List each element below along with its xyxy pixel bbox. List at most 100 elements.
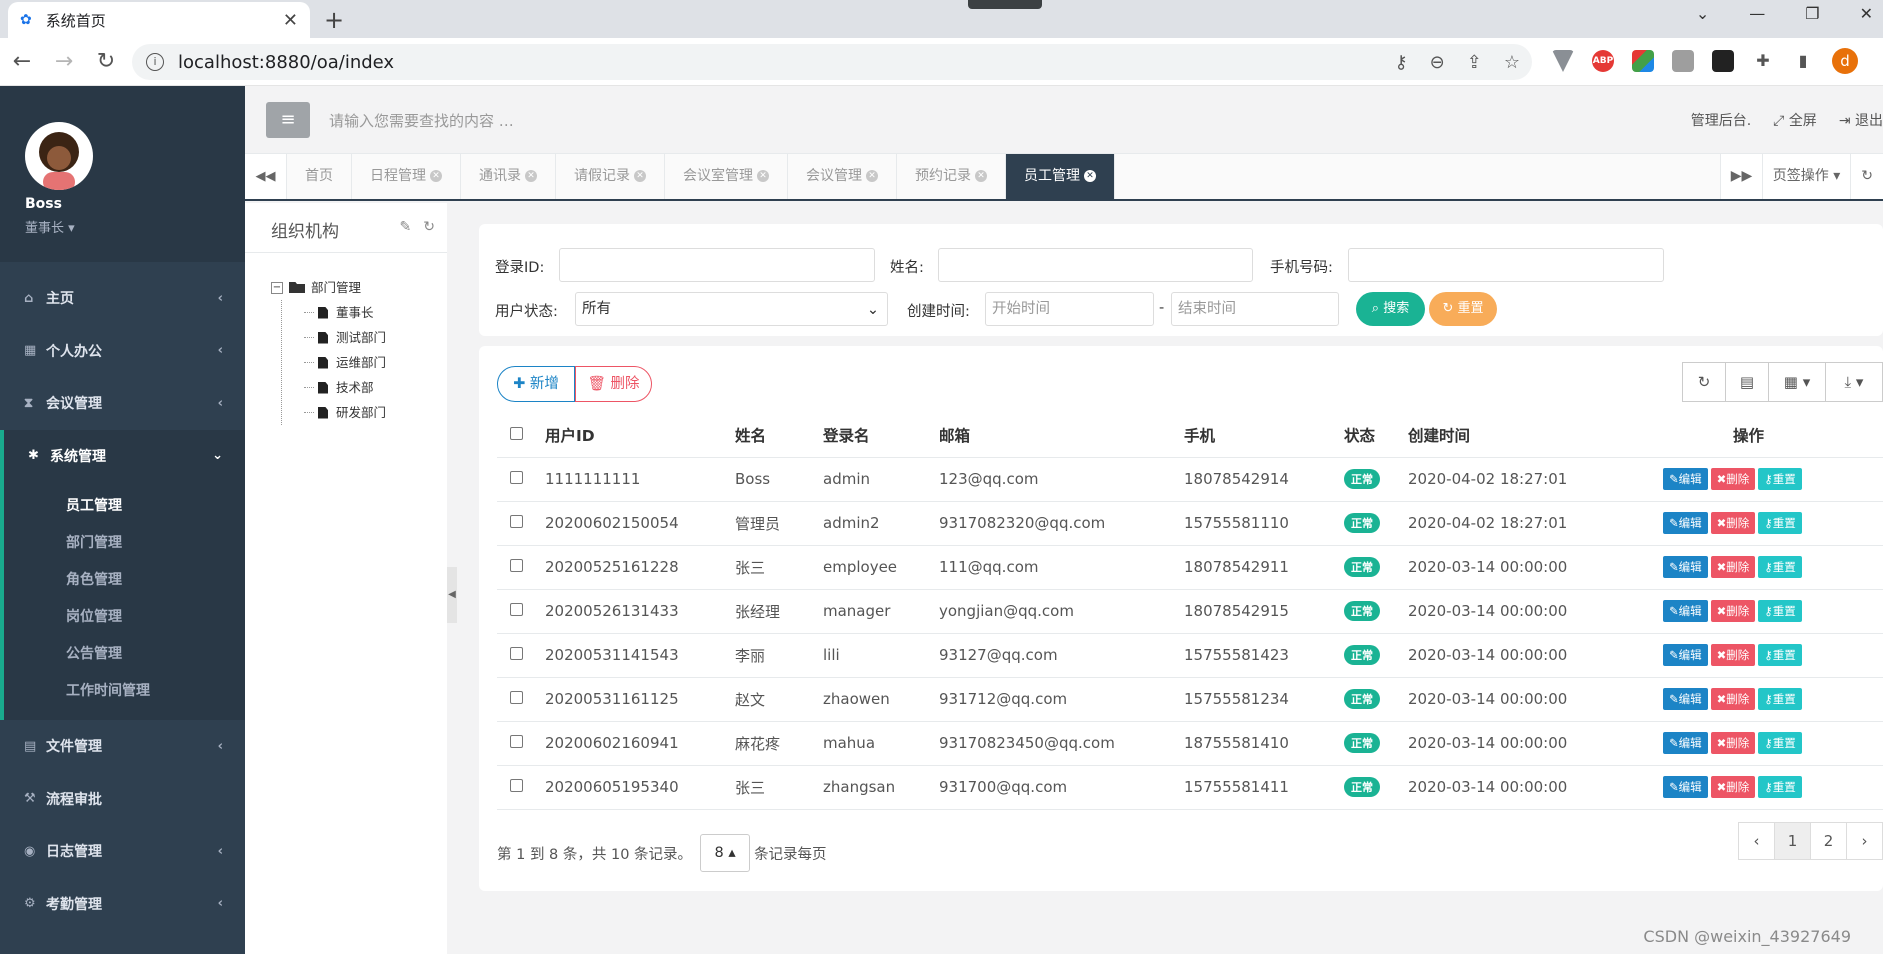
share-icon[interactable]: ⇪	[1467, 52, 1482, 73]
menu-item-logs[interactable]: ◉ 日志管理 ‹	[0, 825, 245, 878]
reset-button[interactable]: ↻ 重置	[1429, 292, 1497, 326]
tab-close-icon[interactable]: ✕	[430, 170, 442, 182]
new-tab-icon[interactable]: +	[324, 6, 344, 34]
vue-devtools-icon[interactable]	[1552, 50, 1574, 72]
delete-row-button[interactable]: ✖删除	[1710, 512, 1756, 534]
reset-password-button[interactable]: ⚷重置	[1758, 468, 1802, 490]
search-button[interactable]: ⌕ 搜索	[1356, 292, 1425, 326]
table-row[interactable]: 1111111111 Boss admin 123@qq.com 18078542914…	[497, 457, 1883, 502]
edit-button[interactable]: ✎编辑	[1663, 732, 1708, 754]
puzzle-icon[interactable]: ✚	[1752, 50, 1774, 72]
back-icon[interactable]: ←	[2, 49, 42, 74]
tab-schedule[interactable]: 日程管理 ✕	[352, 154, 461, 199]
info-icon[interactable]: i	[146, 53, 164, 71]
submenu-item-notice[interactable]: 公告管理	[4, 636, 245, 673]
reset-password-button[interactable]: ⚷重置	[1758, 512, 1802, 534]
url-input[interactable]: i localhost:8880/oa/index ⚷ ⊖ ⇪ ☆	[132, 44, 1532, 80]
tab-search-icon[interactable]: ⌄	[1696, 4, 1709, 23]
tab-room[interactable]: 会议室管理 ✕	[665, 154, 788, 199]
start-date-input[interactable]: 开始时间	[985, 292, 1154, 326]
phone-input[interactable]	[1348, 248, 1664, 282]
edit-button[interactable]: ✎编辑	[1663, 776, 1708, 798]
toggle-view-icon[interactable]: ▤	[1725, 362, 1769, 402]
tree-node[interactable]: 运维部门	[304, 350, 386, 375]
tampermonkey-icon[interactable]	[1712, 50, 1734, 72]
table-row[interactable]: 20200605195340 张三 zhangsan 931700@qq.com 157…	[497, 765, 1883, 810]
col-email[interactable]: 邮箱	[939, 414, 1184, 458]
restore-icon[interactable]: ❐	[1805, 4, 1819, 23]
delete-row-button[interactable]: ✖删除	[1710, 556, 1756, 578]
collapse-icon[interactable]: −	[271, 281, 283, 294]
adblock-icon[interactable]: ABP	[1592, 50, 1614, 72]
menu-item-personal[interactable]: ▦ 个人办公 ‹	[0, 325, 245, 378]
export-icon[interactable]: ⤓ ▾	[1825, 362, 1883, 402]
tab-close-icon[interactable]: ✕	[866, 170, 878, 182]
delete-row-button[interactable]: ✖删除	[1710, 776, 1756, 798]
tab-close-icon[interactable]: ✕	[1084, 170, 1096, 182]
col-login[interactable]: 登录名	[823, 414, 939, 458]
row-checkbox[interactable]	[510, 779, 523, 792]
tabs-scroll-right-icon[interactable]: ▶▶	[1719, 154, 1762, 199]
col-phone[interactable]: 手机	[1184, 414, 1344, 458]
row-checkbox[interactable]	[510, 647, 523, 660]
page-1-button[interactable]: 1	[1774, 822, 1811, 860]
row-checkbox[interactable]	[510, 471, 523, 484]
avatar[interactable]	[25, 122, 93, 190]
delete-row-button[interactable]: ✖删除	[1710, 600, 1756, 622]
close-window-icon[interactable]: ✕	[1860, 4, 1873, 23]
table-row[interactable]: 20200602150054 管理员 admin2 9317082320@qq.com…	[497, 501, 1883, 546]
tab-home[interactable]: 首页	[287, 154, 352, 199]
login-id-input[interactable]	[559, 248, 875, 282]
delete-row-button[interactable]: ✖删除	[1710, 468, 1756, 490]
tab-close-icon[interactable]: ✕	[975, 170, 987, 182]
sidepanel-icon[interactable]: ▮	[1792, 50, 1814, 72]
select-all-checkbox[interactable]	[510, 427, 523, 441]
tree-root[interactable]: − 部门管理	[271, 275, 386, 300]
col-created[interactable]: 创建时间	[1408, 414, 1663, 458]
tree-node[interactable]: 董事长	[304, 300, 386, 325]
menu-item-attendance[interactable]: ⚙ 考勤管理 ‹	[0, 878, 245, 931]
table-row[interactable]: 20200531161125 赵文 zhaowen 931712@qq.com 1575…	[497, 677, 1883, 722]
fullscreen-button[interactable]: ⤢ 全屏	[1773, 110, 1817, 130]
row-checkbox[interactable]	[510, 735, 523, 748]
forward-icon[interactable]: →	[44, 49, 84, 74]
row-checkbox[interactable]	[510, 559, 523, 572]
edit-button[interactable]: ✎编辑	[1663, 468, 1708, 490]
menu-item-home[interactable]: ⌂ 主页 ‹	[0, 272, 245, 325]
minimize-icon[interactable]: —	[1749, 4, 1765, 23]
reset-password-button[interactable]: ⚷重置	[1758, 600, 1802, 622]
table-row[interactable]: 20200602160941 麻花疼 mahua 93170823450@qq.com…	[497, 721, 1883, 766]
tab-ops-dropdown[interactable]: 页签操作 ▾	[1761, 154, 1851, 199]
add-button[interactable]: ✚ 新增	[497, 366, 575, 402]
app-search-input[interactable]: 请输入您需要查找的内容 …	[329, 110, 514, 131]
submenu-item-role[interactable]: 角色管理	[4, 562, 245, 599]
table-row[interactable]: 20200526131433 张经理 manager yongjian@qq.com 1…	[497, 589, 1883, 634]
name-input[interactable]	[938, 248, 1253, 282]
edit-button[interactable]: ✎编辑	[1663, 688, 1708, 710]
tree-node[interactable]: 测试部门	[304, 325, 386, 350]
tab-booking[interactable]: 预约记录 ✕	[897, 154, 1006, 199]
edit-button[interactable]: ✎编辑	[1663, 512, 1708, 534]
status-select[interactable]: 所有 ⌄	[575, 292, 888, 326]
edit-button[interactable]: ✎编辑	[1663, 644, 1708, 666]
admin-link[interactable]: 管理后台.	[1691, 110, 1751, 130]
browser-tab[interactable]: ✿ 系统首页 ✕	[8, 2, 310, 38]
submenu-item-worktime[interactable]: 工作时间管理	[4, 673, 245, 710]
reset-password-button[interactable]: ⚷重置	[1758, 776, 1802, 798]
row-checkbox[interactable]	[510, 691, 523, 704]
delete-row-button[interactable]: ✖删除	[1710, 688, 1756, 710]
columns-icon[interactable]: ▦ ▾	[1768, 362, 1826, 402]
submenu-item-department[interactable]: 部门管理	[4, 525, 245, 562]
end-date-input[interactable]: 结束时间	[1171, 292, 1339, 326]
reset-password-button[interactable]: ⚷重置	[1758, 556, 1802, 578]
profile-avatar[interactable]: d	[1832, 48, 1858, 74]
close-icon[interactable]: ✕	[283, 10, 298, 31]
extension-alert-icon[interactable]	[1672, 50, 1694, 72]
tab-leave[interactable]: 请假记录 ✕	[556, 154, 665, 199]
delete-button[interactable]: 🗑 删除	[575, 366, 652, 402]
tab-contacts[interactable]: 通讯录 ✕	[461, 154, 556, 199]
reset-password-button[interactable]: ⚷重置	[1758, 644, 1802, 666]
col-name[interactable]: 姓名	[735, 414, 823, 458]
next-page-button[interactable]: ›	[1846, 822, 1883, 860]
logout-button[interactable]: ⇥ 退出	[1839, 110, 1883, 130]
